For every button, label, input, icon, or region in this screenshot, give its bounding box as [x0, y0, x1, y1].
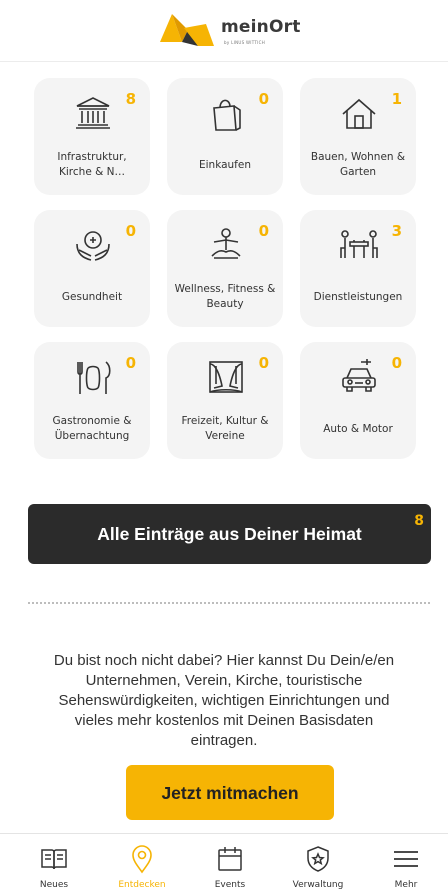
- category-count: 1: [391, 90, 402, 108]
- all-entries-count: 8: [414, 513, 424, 529]
- category-count: 0: [258, 354, 269, 372]
- table-people-icon: [340, 230, 378, 258]
- category-tile-gastronomie[interactable]: 0 Gastronomie & Übernachtung: [34, 342, 150, 459]
- bottom-tab-bar: Neues Entdecken Events Verwaltung Mehr: [0, 833, 448, 890]
- category-tile-einkaufen[interactable]: 0 Einkaufen: [167, 78, 283, 195]
- tab-label: Verwaltung: [292, 880, 344, 890]
- theater-curtain-icon: [209, 361, 243, 393]
- dotted-divider: [28, 602, 430, 604]
- health-hands-icon: [76, 231, 110, 261]
- logo-subtext: by LINUS WITTICH: [224, 40, 266, 45]
- category-count: 0: [125, 222, 136, 240]
- shopping-bag-icon: [213, 99, 241, 131]
- building-icon: [76, 97, 110, 129]
- tab-events[interactable]: Events: [190, 834, 270, 890]
- category-count: 8: [125, 90, 136, 108]
- tab-neues[interactable]: Neues: [14, 834, 94, 890]
- category-tile-infrastruktur[interactable]: 8 Infrastruktur, Kirche & N…: [34, 78, 150, 195]
- meinort-logo[interactable]: meinOrt by LINUS WITTICH: [158, 12, 301, 52]
- category-tile-gesundheit[interactable]: 0 Gesundheit: [34, 210, 150, 327]
- house-icon: [342, 98, 376, 129]
- invite-text: Du bist noch nicht dabei? Hier kannst Du…: [53, 652, 395, 749]
- category-tile-wellness[interactable]: 0 Wellness, Fitness & Beauty: [167, 210, 283, 327]
- category-count: 0: [258, 90, 269, 108]
- tab-mehr[interactable]: Mehr: [366, 834, 446, 890]
- category-label: Freizeit, Kultur & Vereine: [181, 415, 269, 442]
- category-count: 0: [391, 354, 402, 372]
- car-icon: [342, 359, 376, 392]
- category-label: Dienstleistungen: [313, 291, 403, 303]
- category-label: Gastronomie & Übernachtung: [52, 415, 132, 442]
- tab-verwaltung[interactable]: Verwaltung: [278, 834, 358, 890]
- category-label: Einkaufen: [198, 159, 251, 171]
- logo-mark-icon: [160, 14, 214, 46]
- newspaper-icon: [41, 849, 67, 870]
- tab-entdecken[interactable]: Entdecken: [102, 834, 182, 890]
- category-tile-bauen-wohnen[interactable]: 1 Bauen, Wohnen & Garten: [300, 78, 416, 195]
- tab-label: Mehr: [394, 880, 418, 890]
- category-label: Auto & Motor: [323, 423, 393, 435]
- join-button-label: Jetzt mitmachen: [161, 783, 299, 803]
- join-button[interactable]: Jetzt mitmachen: [126, 765, 334, 820]
- menu-icon: [394, 851, 418, 867]
- tab-label: Events: [214, 880, 246, 890]
- category-tile-freizeit[interactable]: 0 Freizeit, Kultur & Vereine: [167, 342, 283, 459]
- category-count: 3: [391, 222, 402, 240]
- category-label: Infrastruktur, Kirche & N…: [57, 151, 127, 178]
- category-label: Wellness, Fitness & Beauty: [174, 283, 276, 310]
- map-pin-icon: [132, 845, 152, 874]
- tab-label: Entdecken: [118, 880, 166, 890]
- meditation-icon: [211, 228, 241, 259]
- category-label: Gesundheit: [61, 291, 123, 303]
- all-entries-button[interactable]: Alle Einträge aus Deiner Heimat 8: [28, 504, 431, 564]
- all-entries-label: Alle Einträge aus Deiner Heimat: [97, 524, 362, 544]
- category-tile-dienstleistungen[interactable]: 3 Dienstleistungen: [300, 210, 416, 327]
- calendar-icon: [218, 847, 242, 871]
- category-count: 0: [125, 354, 136, 372]
- cutlery-icon: [77, 361, 111, 394]
- logo-text: meinOrt: [221, 17, 301, 37]
- app-header: meinOrt by LINUS WITTICH: [0, 0, 448, 62]
- category-count: 0: [258, 222, 269, 240]
- tab-label: Neues: [39, 880, 69, 890]
- shield-icon: [307, 846, 329, 872]
- category-tile-auto-motor[interactable]: 0 Auto & Motor: [300, 342, 416, 459]
- category-label: Bauen, Wohnen & Garten: [310, 151, 406, 178]
